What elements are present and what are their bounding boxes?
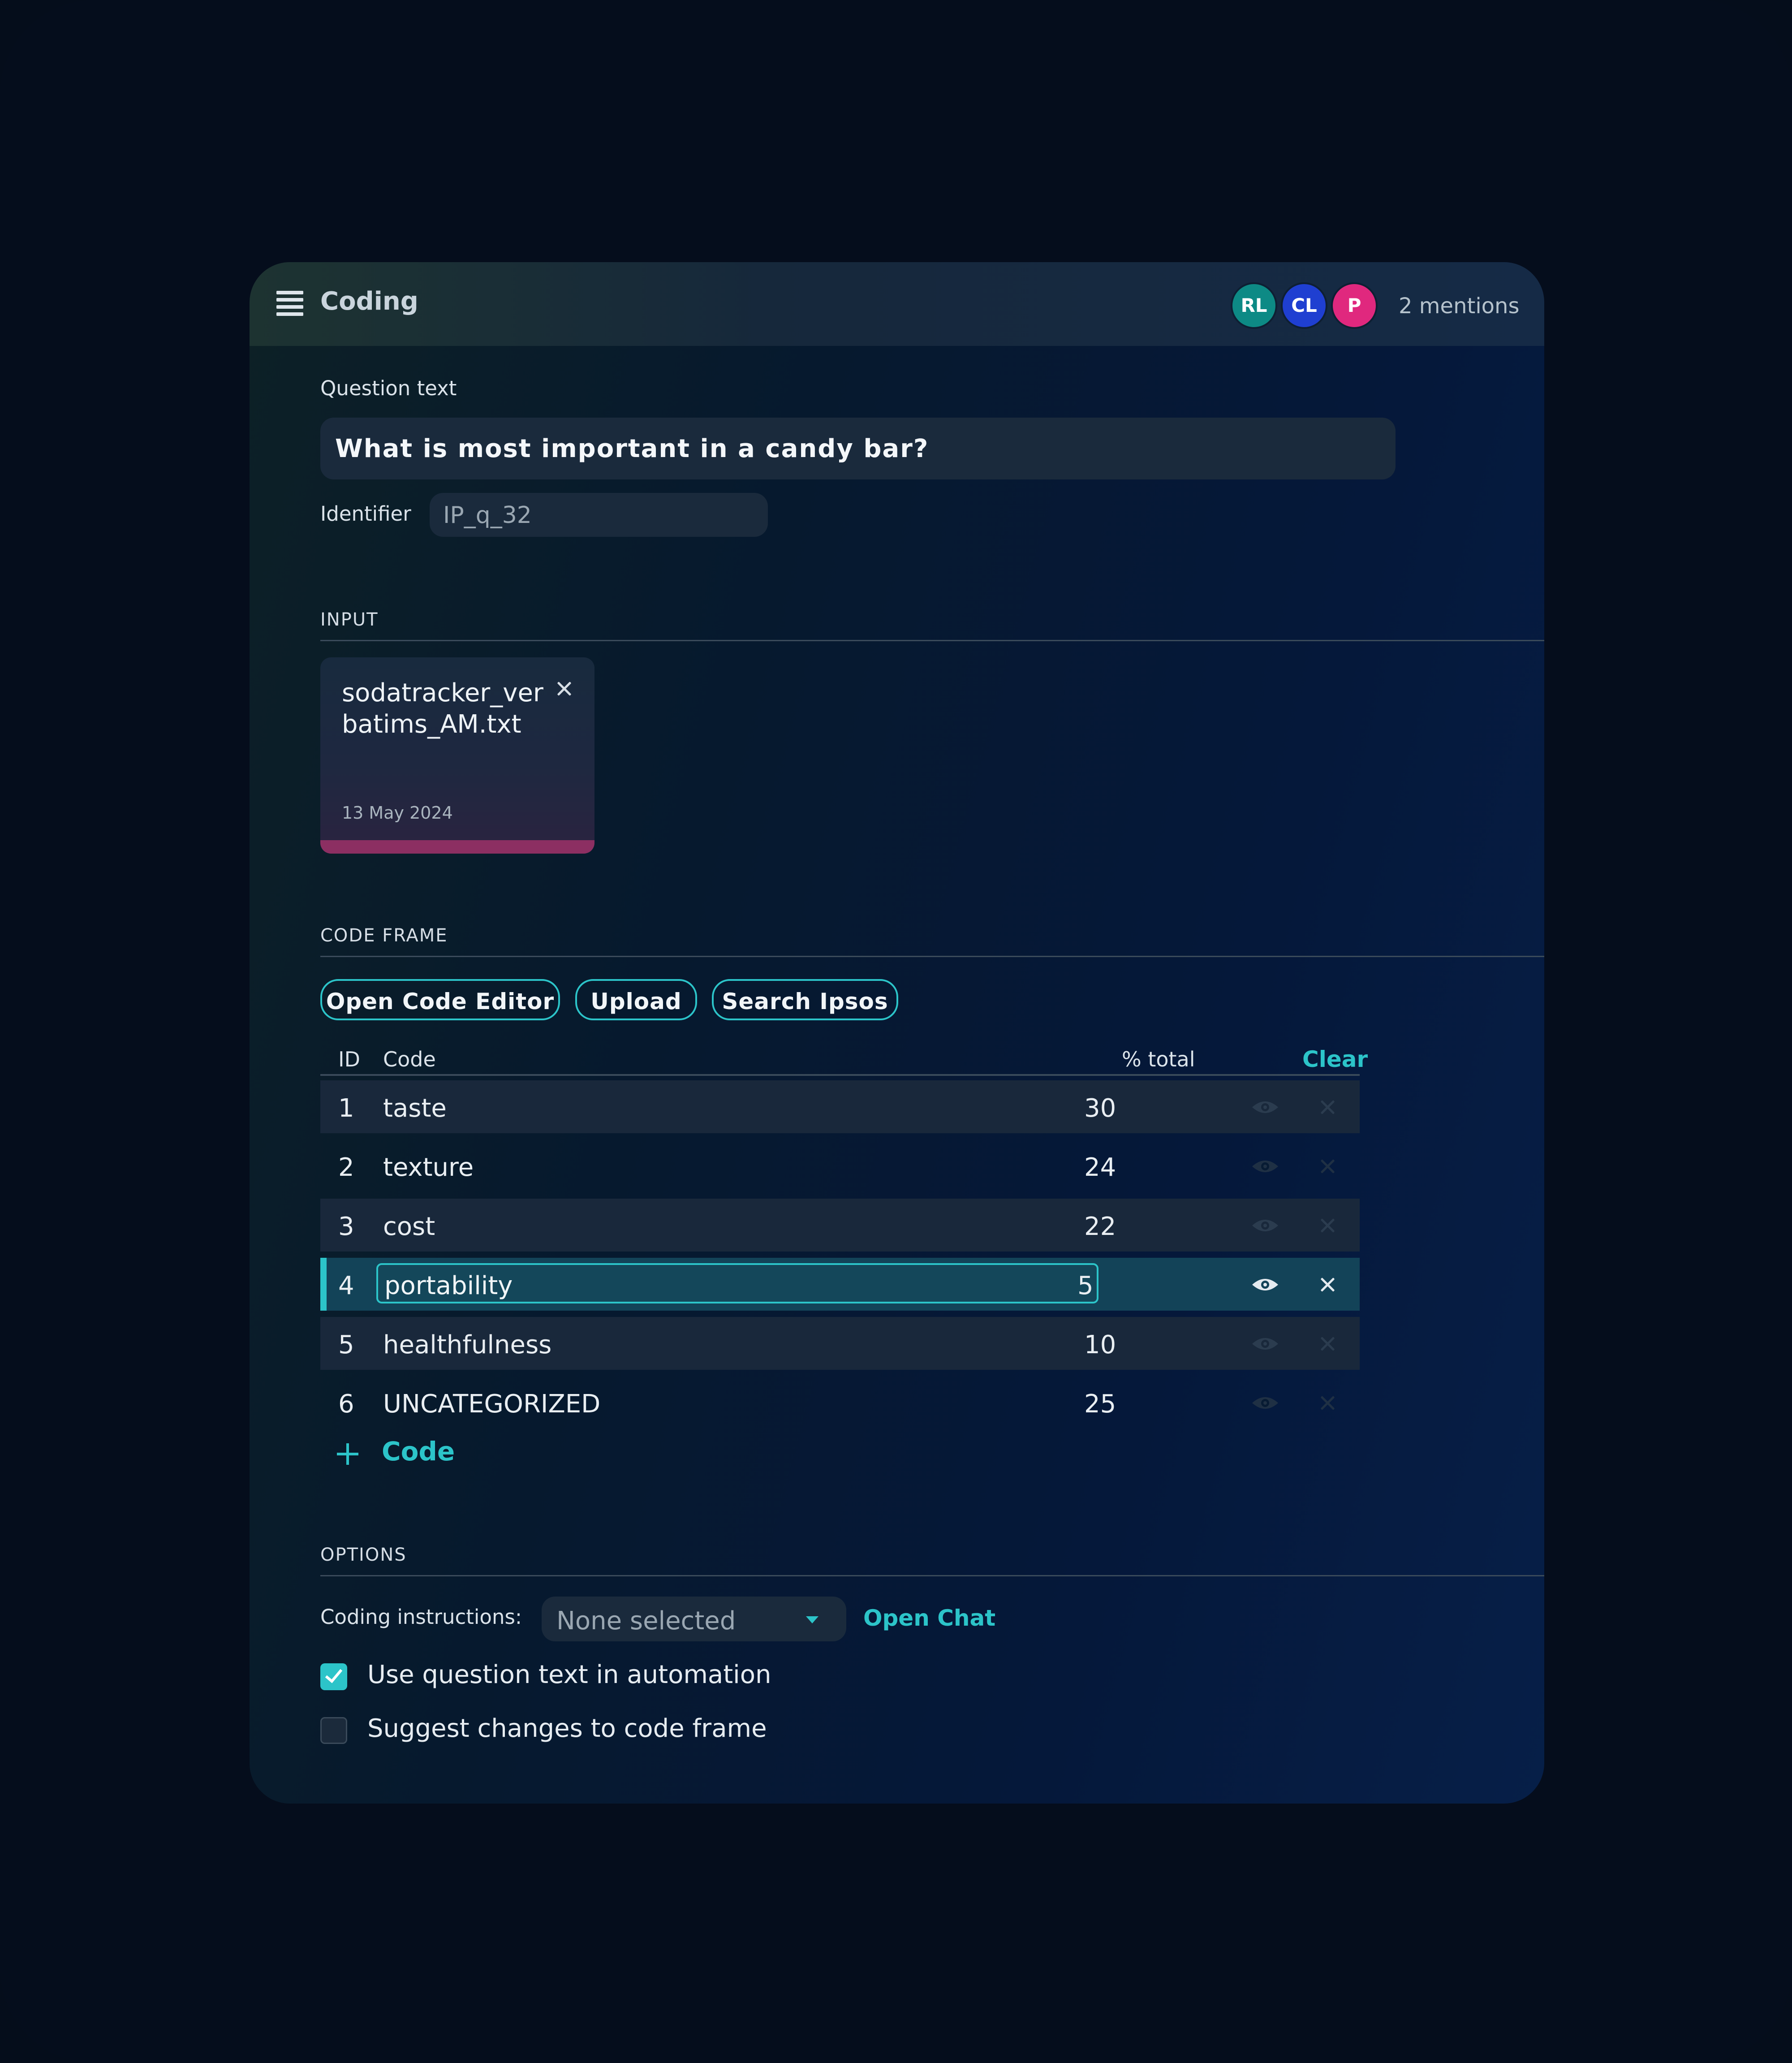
check-icon	[325, 1665, 343, 1683]
delete-icon[interactable]	[1318, 1098, 1336, 1116]
delete-icon[interactable]	[1318, 1217, 1336, 1234]
table-row[interactable]: 1 taste 30	[320, 1080, 1360, 1133]
close-icon[interactable]	[555, 680, 573, 698]
options-divider	[320, 1575, 1544, 1576]
use-question-text-checkbox[interactable]	[320, 1663, 347, 1690]
eye-icon[interactable]	[1251, 1336, 1279, 1352]
chevron-down-icon	[806, 1616, 818, 1623]
file-card-accent	[320, 840, 594, 854]
use-question-text-label[interactable]: Use question text in automation	[367, 1660, 771, 1689]
row-id: 4	[338, 1271, 354, 1300]
row-pct: 24	[1084, 1153, 1116, 1182]
column-header-pct-total: % total	[1122, 1047, 1195, 1071]
search-ipsos-button[interactable]: Search Ipsos	[712, 979, 898, 1020]
identifier-label: Identifier	[320, 502, 411, 526]
delete-icon[interactable]	[1318, 1394, 1336, 1412]
row-code[interactable]: UNCATEGORIZED	[383, 1390, 600, 1419]
code-edit-value: portability	[384, 1271, 513, 1300]
code-frame-section-title: CODE FRAME	[320, 925, 448, 946]
row-code[interactable]: texture	[383, 1153, 474, 1182]
mentions-count[interactable]: 2 mentions	[1399, 293, 1519, 319]
coding-panel: Coding RL CL P 2 mentions Question text …	[250, 262, 1544, 1804]
row-id: 5	[338, 1330, 354, 1360]
row-pct: 10	[1084, 1330, 1116, 1360]
row-pct: 30	[1084, 1094, 1116, 1123]
code-frame-divider	[320, 956, 1544, 957]
options-section-title: OPTIONS	[320, 1545, 407, 1565]
identifier-field[interactable]: IP_q_32	[430, 493, 768, 537]
table-row[interactable]: 6 UNCATEGORIZED 25	[320, 1376, 1360, 1429]
row-id: 2	[338, 1153, 354, 1182]
file-name: sodatracker_verbatims_AM.txt	[342, 678, 543, 739]
row-id: 1	[338, 1094, 354, 1123]
row-id: 3	[338, 1212, 354, 1241]
coding-instructions-value: None selected	[556, 1606, 736, 1636]
delete-icon[interactable]	[1318, 1335, 1336, 1353]
add-code-label: Code	[382, 1436, 455, 1467]
row-id: 6	[338, 1390, 354, 1419]
input-section-title: INPUT	[320, 609, 379, 630]
row-code[interactable]: healthfulness	[383, 1330, 551, 1360]
open-chat-link[interactable]: Open Chat	[863, 1605, 995, 1631]
table-row[interactable]: 5 healthfulness 10	[320, 1317, 1360, 1370]
input-divider	[320, 640, 1544, 641]
question-text-field[interactable]: What is most important in a candy bar?	[320, 418, 1396, 479]
selection-indicator	[320, 1258, 327, 1311]
row-code[interactable]: taste	[383, 1094, 447, 1123]
open-code-editor-button[interactable]: Open Code Editor	[320, 979, 560, 1020]
table-row[interactable]: 3 cost 22	[320, 1199, 1360, 1252]
eye-icon[interactable]	[1251, 1217, 1279, 1234]
menu-icon[interactable]	[276, 291, 303, 318]
table-header-divider	[320, 1074, 1360, 1076]
delete-icon[interactable]	[1318, 1157, 1336, 1175]
clear-button[interactable]: Clear	[1302, 1046, 1368, 1072]
upload-button[interactable]: Upload	[575, 979, 697, 1020]
row-pct: 5	[1077, 1271, 1094, 1300]
column-header-id: ID	[338, 1047, 360, 1071]
code-edit-field[interactable]: portability	[376, 1263, 1098, 1303]
avatar[interactable]: P	[1331, 282, 1378, 329]
question-text-value: What is most important in a candy bar?	[335, 434, 929, 463]
suggest-changes-label[interactable]: Suggest changes to code frame	[367, 1714, 767, 1743]
delete-icon[interactable]	[1318, 1276, 1336, 1294]
page-title: Coding	[320, 287, 418, 316]
eye-icon[interactable]	[1251, 1158, 1279, 1174]
row-pct: 22	[1084, 1212, 1116, 1241]
input-file-card[interactable]: sodatracker_verbatims_AM.txt 13 May 2024	[320, 657, 594, 854]
avatar[interactable]: CL	[1281, 282, 1327, 329]
column-header-code: Code	[383, 1047, 436, 1071]
panel-header: Coding RL CL P 2 mentions	[250, 262, 1544, 346]
device-frame: Coding RL CL P 2 mentions Question text …	[0, 0, 1792, 2063]
file-date: 13 May 2024	[342, 803, 453, 823]
question-text-label: Question text	[320, 376, 457, 400]
plus-icon	[337, 1443, 358, 1465]
eye-icon[interactable]	[1251, 1099, 1279, 1115]
row-pct: 25	[1084, 1390, 1116, 1419]
table-row-selected[interactable]: 4 portability 5	[320, 1258, 1360, 1311]
eye-icon[interactable]	[1251, 1395, 1279, 1411]
coding-instructions-label: Coding instructions:	[320, 1605, 522, 1629]
row-code[interactable]: cost	[383, 1212, 435, 1241]
identifier-value: IP_q_32	[443, 502, 532, 529]
eye-icon[interactable]	[1251, 1277, 1279, 1293]
table-row[interactable]: 2 texture 24	[320, 1139, 1360, 1192]
suggest-changes-checkbox[interactable]	[320, 1717, 347, 1744]
coding-instructions-select[interactable]: None selected	[542, 1597, 846, 1641]
avatar[interactable]: RL	[1231, 282, 1277, 329]
